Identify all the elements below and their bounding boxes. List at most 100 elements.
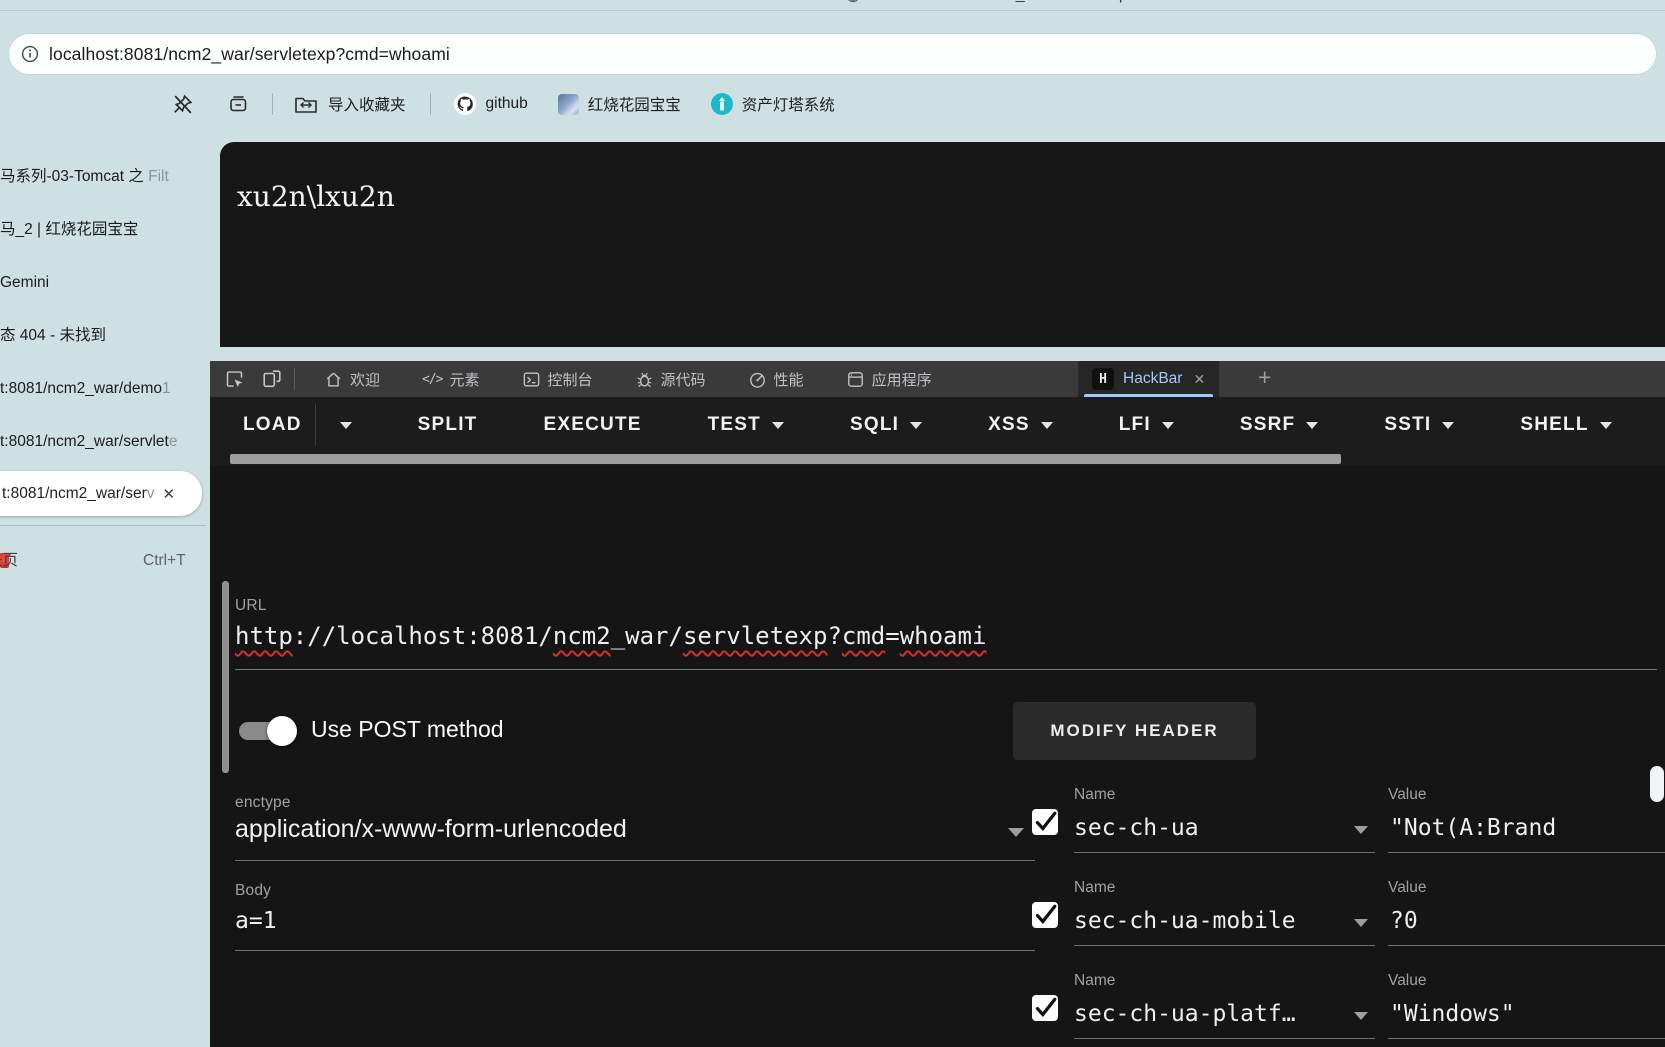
menu-item-label: EXECUTE — [543, 413, 642, 435]
header-enabled-checkbox[interactable] — [1032, 995, 1058, 1021]
devtools-tab-label: 性能 — [773, 371, 804, 389]
browser-tab[interactable]: localhost:8081/ncm2_war/servletexp?cmd=w… — [845, 0, 1385, 10]
chevron-down-icon — [1161, 422, 1174, 429]
bookmarks-divider — [272, 93, 273, 115]
header-name-input[interactable]: sec-ch-ua — [1074, 815, 1199, 841]
hackbar-menu-item[interactable]: LOAD — [243, 403, 352, 446]
scrollbar-thumb[interactable] — [230, 454, 1341, 464]
devtools-tab[interactable]: 控制台 — [501, 361, 614, 397]
header-row: Name Value sec-ch-ua-platf… "Windows" — [210, 968, 1665, 1047]
sidebar-tab-item[interactable]: 马_2 | 红烧花园宝宝 — [0, 216, 210, 243]
bookmark-label: 红烧花园宝宝 — [587, 97, 681, 114]
hackbar-menu-bar: LOAD SPLIT EXECUTE TEST SQLI XSS LFI SSR… — [210, 397, 1665, 452]
vertical-scrollbar-thumb[interactable] — [222, 581, 229, 773]
header-enabled-checkbox[interactable] — [1032, 809, 1058, 835]
devtools-tab[interactable]: 应用程序 — [825, 361, 953, 397]
github-icon — [453, 92, 477, 116]
bookmark-garden[interactable]: 红烧花园宝宝 — [557, 93, 681, 115]
header-row: Name Value sec-ch-ua-mobile ?0 — [210, 875, 1665, 968]
hackbar-menu-item[interactable]: SQLI — [850, 414, 923, 436]
bookmark-github[interactable]: github — [453, 92, 528, 116]
new-tab-row[interactable]: 签页 Ctrl+T — [0, 548, 210, 574]
url-field-underline — [235, 669, 1657, 670]
globe-icon — [845, 0, 861, 3]
header-value-underline — [1388, 945, 1665, 946]
menu-item-label: SPLIT — [417, 413, 478, 435]
sidebar-tab-title: 态 404 - 未找到 — [0, 327, 106, 344]
header-name-underline — [1074, 852, 1375, 853]
menu-divider — [314, 403, 316, 446]
devtools-tab[interactable]: 欢迎 — [303, 361, 401, 397]
hackbar-menu-item[interactable]: SPLIT — [418, 414, 478, 436]
vertical-tabs-sidebar: 马系列-03-Tomcat 之 Filt 马_2 | 红烧花园宝宝 Gemini 态 … — [0, 130, 210, 1047]
browser-top-bar: localhost:8081/ncm2_war/servletexp?cmd=w… — [0, 0, 1665, 130]
bookmark-import-favorites[interactable]: 导入收藏夹 — [293, 92, 406, 116]
devtools-tab[interactable]: </> 元素 — [401, 361, 501, 397]
sidebar-tab-title-faded: Filt — [148, 168, 169, 185]
hackbar-menu-item[interactable]: SSRF — [1239, 413, 1319, 436]
header-value-input[interactable]: "Not(A:Brand — [1390, 815, 1556, 841]
menu-item-label: LOAD — [243, 413, 302, 435]
menu-item-label: SHELL — [1520, 413, 1589, 435]
sidebar-tab-active[interactable]: t:8081/ncm2_war/ser v ✕ — [0, 471, 202, 516]
chevron-down-icon — [1599, 422, 1612, 429]
collections-icon[interactable] — [226, 92, 250, 116]
devtools-tab-label: 应用程序 — [871, 371, 932, 389]
devtools-tab[interactable]: 源代码 — [614, 361, 727, 397]
hackbar-menu-item[interactable]: LFI — [1119, 414, 1174, 436]
chevron-down-icon[interactable] — [1354, 1012, 1368, 1020]
browser-tab-title: localhost:8081/ncm2_war/servletexp?cmd=w… — [869, 0, 1231, 4]
header-value-underline — [1388, 1038, 1665, 1039]
header-name-input[interactable]: sec-ch-ua-platf… — [1074, 1001, 1296, 1027]
hackbar-menu-item[interactable]: EXECUTE — [543, 414, 641, 436]
sidebar-tab-item[interactable]: 马系列-03-Tomcat 之 Filt — [0, 163, 210, 190]
header-value-label: Value — [1388, 879, 1427, 896]
device-toolbar-icon[interactable] — [260, 367, 284, 391]
sidebar-tab-title: 马_2 | 红烧花园宝宝 — [0, 221, 139, 238]
header-name-label: Name — [1074, 972, 1116, 989]
chevron-down-icon — [1040, 422, 1053, 429]
import-folder-icon — [293, 92, 319, 116]
menu-item-label: SSTI — [1384, 413, 1432, 435]
close-icon[interactable]: ✕ — [1193, 371, 1205, 388]
horizontal-scrollbar[interactable] — [210, 452, 1665, 466]
hackbar-menu-item[interactable]: SSTI — [1384, 413, 1455, 436]
devtools-tab[interactable]: 性能 — [727, 361, 825, 397]
sidebar-separator — [0, 525, 206, 526]
performance-icon — [748, 370, 767, 389]
devtools-tab-label: 源代码 — [660, 371, 706, 389]
tab-hackbar[interactable]: H HackBar ✕ — [1078, 361, 1220, 397]
address-bar[interactable]: localhost:8081/ncm2_war/servletexp?cmd=w… — [8, 33, 1657, 75]
sidebar-tab-item[interactable]: t:8081/ncm2_war/demo1 — [0, 375, 210, 402]
hackbar-menu-item[interactable]: SHELL — [1520, 413, 1612, 436]
right-scrollbar-thumb[interactable] — [1650, 766, 1664, 802]
chevron-down-icon[interactable] — [339, 422, 352, 429]
bookmark-beacon[interactable]: 资产灯塔系统 — [710, 93, 835, 115]
header-value-input[interactable]: ?0 — [1390, 908, 1418, 934]
url-segment: _war/ — [610, 622, 683, 650]
sidebar-tab-item[interactable]: t:8081/ncm2_war/servlete — [0, 428, 210, 455]
header-enabled-checkbox[interactable] — [1032, 902, 1058, 928]
hackbar-panel: URL http://localhost:8081/ncm2_war/servl… — [210, 466, 1665, 1047]
sidebar-tab-item[interactable]: 态 404 - 未找到 — [0, 322, 210, 349]
sidebar-tab-item[interactable]: Gemini — [0, 269, 210, 296]
modify-header-button[interactable]: MODIFY HEADER — [1013, 702, 1256, 760]
post-method-toggle[interactable] — [239, 715, 297, 747]
url-input[interactable]: http://localhost:8081/ncm2_war/servletex… — [235, 622, 986, 650]
unpin-icon[interactable] — [170, 92, 195, 117]
chevron-down-icon[interactable] — [1354, 826, 1368, 834]
info-icon[interactable] — [21, 45, 39, 63]
hackbar-tab-label: HackBar — [1123, 370, 1183, 387]
chevron-down-icon[interactable] — [1354, 919, 1368, 927]
inspect-element-icon[interactable] — [222, 367, 246, 391]
header-name-input[interactable]: sec-ch-ua-mobile — [1074, 908, 1296, 934]
hackbar-menu-item[interactable]: XSS — [988, 414, 1053, 436]
menu-item-label: SSRF — [1239, 413, 1296, 435]
close-tab-icon[interactable]: ✕ — [163, 485, 176, 503]
more-tabs-icon[interactable]: + — [1258, 364, 1271, 391]
header-value-input[interactable]: "Windows" — [1390, 1001, 1515, 1027]
hackbar-menu-item[interactable]: TEST — [708, 414, 784, 436]
url-segment: ? — [827, 622, 842, 650]
menu-item-label: TEST — [707, 413, 761, 435]
new-tab-label: 签页 — [0, 552, 19, 569]
